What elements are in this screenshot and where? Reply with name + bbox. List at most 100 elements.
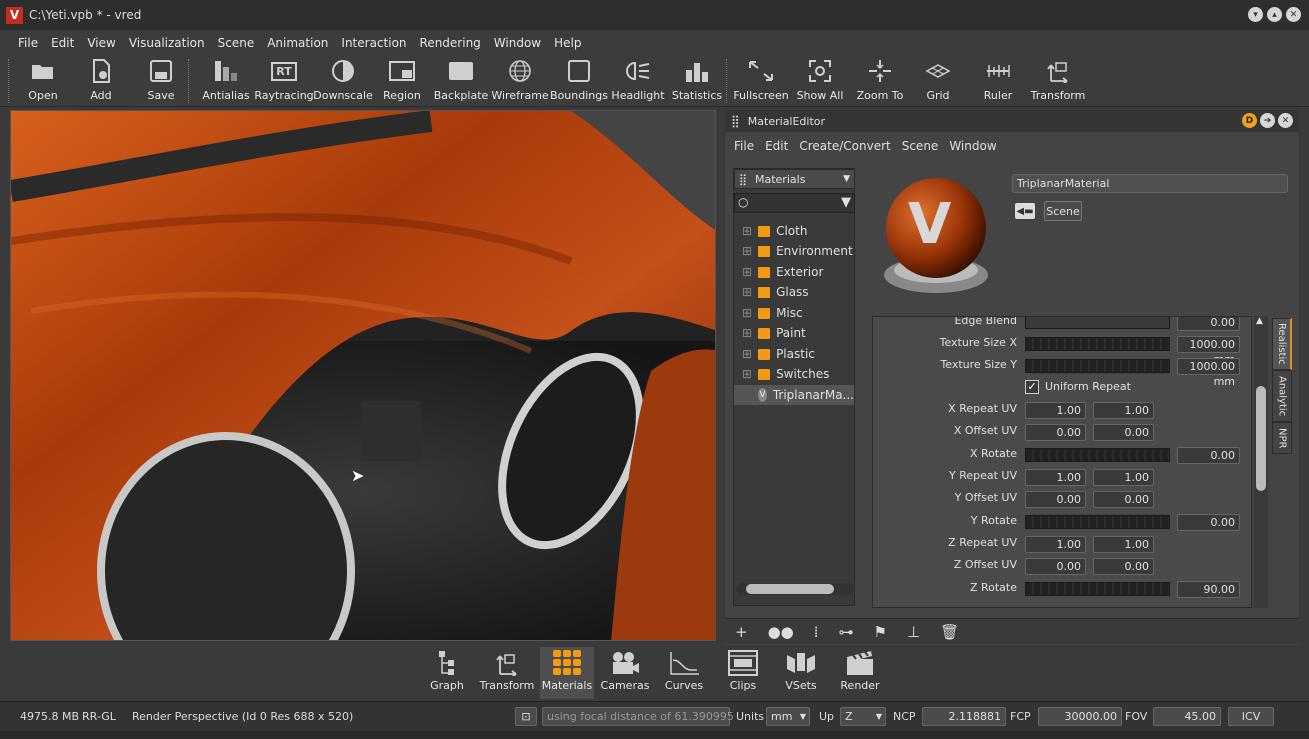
save-button[interactable]: Save xyxy=(144,57,178,102)
minimize-icon[interactable]: ▾ xyxy=(1248,7,1263,22)
me-menu-create-convert[interactable]: Create/Convert xyxy=(799,139,890,153)
dock-graph-button[interactable]: Graph xyxy=(420,647,474,699)
tree-item-switches[interactable]: ⊞ Switches xyxy=(742,364,829,384)
material-name-field[interactable]: TriplanarMaterial xyxy=(1012,174,1288,193)
brush-icon[interactable]: ⊥ xyxy=(907,623,920,641)
antialias-button[interactable]: Antialias xyxy=(201,57,251,102)
y-offset-v-input[interactable]: 0.00 xyxy=(1093,491,1154,508)
x-offset-u-input[interactable]: 0.00 xyxy=(1025,424,1086,441)
edge-blend-value[interactable]: 0.00 xyxy=(1177,317,1240,331)
find-icon[interactable]: ⊶ xyxy=(839,623,854,641)
ncp-input[interactable]: 2.118881 xyxy=(922,707,1006,726)
tab-npr[interactable]: NPR xyxy=(1272,422,1292,454)
menu-window[interactable]: Window xyxy=(494,36,541,50)
tab-analytic[interactable]: Analytic xyxy=(1272,370,1292,422)
ruler-button[interactable]: Ruler xyxy=(980,57,1016,102)
dock-clips-button[interactable]: Clips xyxy=(716,647,770,699)
dock-transform-button[interactable]: Transform xyxy=(480,647,534,699)
headlight-button[interactable]: Headlight xyxy=(611,57,665,102)
statistics-button[interactable]: Statistics xyxy=(672,57,722,102)
terminal-icon[interactable]: ⊡ xyxy=(515,707,537,726)
x-repeat-v-input[interactable]: 1.00 xyxy=(1093,402,1154,419)
menu-file[interactable]: File xyxy=(18,36,38,50)
trash-icon[interactable]: 🗑 xyxy=(940,623,959,641)
tab-realistic[interactable]: Realistic xyxy=(1272,318,1292,370)
fullscreen-button[interactable]: Fullscreen xyxy=(733,57,789,102)
tree-item-environment[interactable]: ⊞ Environment xyxy=(742,241,853,261)
menu-interaction[interactable]: Interaction xyxy=(341,36,406,50)
units-select[interactable]: mm ▼ xyxy=(766,707,810,726)
close-panel-icon[interactable]: ✕ xyxy=(1278,113,1293,128)
me-menu-window[interactable]: Window xyxy=(949,139,996,153)
tree-item-cloth[interactable]: ⊞ Cloth xyxy=(742,221,807,241)
tree-search-input[interactable]: ○ ▼ xyxy=(734,193,855,213)
me-menu-scene[interactable]: Scene xyxy=(902,139,939,153)
materials-combo[interactable]: ⣿ Materials ▼ xyxy=(734,169,855,189)
zoom-to-button[interactable]: Zoom To xyxy=(856,57,904,102)
region-button[interactable]: Region xyxy=(382,57,422,102)
menu-view[interactable]: View xyxy=(87,36,115,50)
y-rotate-value[interactable]: 0.00 xyxy=(1177,514,1240,531)
menu-scene[interactable]: Scene xyxy=(218,36,255,50)
texture-size-x-slider[interactable] xyxy=(1025,337,1170,351)
z-repeat-u-input[interactable]: 1.00 xyxy=(1025,536,1086,553)
dock-vsets-button[interactable]: VSets xyxy=(774,647,828,699)
dock-materials-button[interactable]: Materials xyxy=(540,647,594,699)
show-all-button[interactable]: Show All xyxy=(796,57,844,102)
dock-curves-button[interactable]: Curves xyxy=(657,647,711,699)
add-icon[interactable]: + xyxy=(735,623,748,641)
me-menu-edit[interactable]: Edit xyxy=(765,139,788,153)
scene-button[interactable]: Scene xyxy=(1044,201,1082,221)
y-offset-u-input[interactable]: 0.00 xyxy=(1025,491,1086,508)
undock-arrow-icon[interactable]: ➔ xyxy=(1260,113,1275,128)
menu-rendering[interactable]: Rendering xyxy=(420,36,481,50)
open-button[interactable]: Open xyxy=(26,57,60,102)
x-offset-v-input[interactable]: 0.00 xyxy=(1093,424,1154,441)
link-icon[interactable]: ⁞ xyxy=(814,623,819,641)
render-viewport[interactable]: ➤ xyxy=(10,110,716,641)
fcp-input[interactable]: 30000.00 xyxy=(1038,707,1122,726)
tree-item-plastic[interactable]: ⊞ Plastic xyxy=(742,344,815,364)
fov-input[interactable]: 45.00 xyxy=(1153,707,1221,726)
dock-render-button[interactable]: Render xyxy=(833,647,887,699)
dock-badge-icon[interactable]: D xyxy=(1242,113,1257,128)
uniform-repeat-checkbox[interactable]: ✓ xyxy=(1025,380,1039,394)
texture-size-y-slider[interactable] xyxy=(1025,359,1170,373)
texture-size-y-value[interactable]: 1000.00 mm xyxy=(1177,358,1240,388)
tree-item-triplanar-material[interactable]: V TriplanarMa... xyxy=(734,385,854,405)
wireframe-button[interactable]: Wireframe xyxy=(491,57,549,102)
properties-vertical-scrollbar[interactable]: ▲ xyxy=(1254,316,1268,608)
downscale-button[interactable]: Downscale xyxy=(313,57,373,102)
z-offset-u-input[interactable]: 0.00 xyxy=(1025,558,1086,575)
menu-edit[interactable]: Edit xyxy=(51,36,74,50)
x-rotate-slider[interactable] xyxy=(1025,448,1170,462)
edge-blend-slider[interactable] xyxy=(1025,317,1170,329)
grid-button[interactable]: Grid xyxy=(920,57,956,102)
z-offset-v-input[interactable]: 0.00 xyxy=(1093,558,1154,575)
tag-icon[interactable]: ◀▬ xyxy=(1015,203,1035,219)
y-rotate-slider[interactable] xyxy=(1025,515,1170,529)
z-rotate-slider[interactable] xyxy=(1025,582,1170,596)
tree-horizontal-scrollbar[interactable] xyxy=(736,583,854,595)
menu-animation[interactable]: Animation xyxy=(267,36,328,50)
z-rotate-value[interactable]: 90.00 xyxy=(1177,581,1240,598)
icv-button[interactable]: ICV xyxy=(1228,707,1274,726)
tree-item-paint[interactable]: ⊞ Paint xyxy=(742,323,806,343)
close-icon[interactable]: ✕ xyxy=(1286,7,1301,22)
menu-help[interactable]: Help xyxy=(554,36,581,50)
tree-item-exterior[interactable]: ⊞ Exterior xyxy=(742,262,823,282)
transform-button[interactable]: Transform xyxy=(1030,57,1086,102)
x-repeat-u-input[interactable]: 1.00 xyxy=(1025,402,1086,419)
texture-size-x-value[interactable]: 1000.00 mm xyxy=(1177,336,1240,366)
apply-icon[interactable]: ⚑ xyxy=(874,623,887,641)
nodes-icon[interactable]: ●● xyxy=(768,623,794,641)
boundings-button[interactable]: Boundings xyxy=(550,57,608,102)
menu-visualization[interactable]: Visualization xyxy=(129,36,205,50)
up-axis-select[interactable]: Z ▼ xyxy=(840,707,886,726)
z-repeat-v-input[interactable]: 1.00 xyxy=(1093,536,1154,553)
tree-item-misc[interactable]: ⊞ Misc xyxy=(742,303,803,323)
y-repeat-v-input[interactable]: 1.00 xyxy=(1093,469,1154,486)
scroll-up-icon[interactable]: ▲ xyxy=(1256,316,1263,326)
raytracing-button[interactable]: RT Raytracing xyxy=(254,57,314,102)
maximize-icon[interactable]: ▴ xyxy=(1267,7,1282,22)
